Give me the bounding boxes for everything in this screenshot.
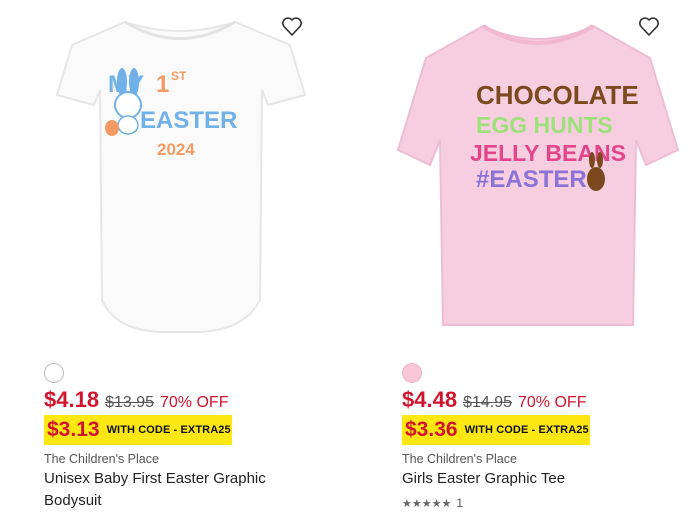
price-row: $4.48 $14.95 70% OFF (402, 387, 586, 413)
star-icon: ★ (421, 498, 432, 510)
star-icon: ★ (431, 498, 442, 510)
discount-label: 70% OFF (518, 394, 587, 411)
code-price: $3.13 (47, 418, 100, 441)
original-price: $13.95 (105, 394, 154, 411)
star-icon: ★ (402, 498, 412, 510)
code-text: WITH CODE - EXTRA25 (106, 424, 231, 436)
product-image-bodysuit[interactable]: MY 1 ST EASTER 2024 (30, 0, 330, 345)
promo-code-bar: $3.36 WITH CODE - EXTRA25 (402, 415, 590, 445)
graphic-line2: EGG HUNTS (476, 112, 613, 138)
product-card[interactable]: MY 1 ST EASTER 2024 $4.18 $13.95 70% OFF… (30, 0, 330, 510)
wishlist-button[interactable] (633, 10, 665, 42)
graphic-line1-sup: ST (171, 69, 187, 83)
promo-code-bar: $3.13 WITH CODE - EXTRA25 (44, 415, 232, 445)
star-icon: ★ (441, 498, 452, 510)
rating-stars: ★★★★★ (402, 494, 451, 512)
graphic-line1: MY (108, 71, 144, 98)
graphic-line2: EASTER (140, 107, 237, 134)
graphic-line4: #EASTER (476, 166, 587, 193)
graphic-line1: CHOCOLATE (476, 80, 639, 110)
heart-outline-icon (634, 11, 664, 41)
sale-price: $4.48 (402, 387, 458, 412)
product-title[interactable]: Girls Easter Graphic Tee (402, 468, 647, 490)
code-text: WITH CODE - EXTRA25 (464, 424, 589, 436)
original-price: $14.95 (463, 394, 512, 411)
color-swatch[interactable] (44, 363, 64, 383)
brand-name: The Children's Place (402, 452, 517, 466)
product-title[interactable]: Unisex Baby First Easter Graphic Bodysui… (44, 468, 289, 512)
rating[interactable]: ★★★★★ 1 (402, 494, 463, 512)
wishlist-button[interactable] (276, 10, 308, 42)
discount-label: 70% OFF (160, 394, 229, 411)
graphic-line1-number: 1 (156, 71, 169, 98)
graphic-line3: 2024 (157, 140, 195, 159)
chocolate-bunny-graphic (587, 167, 605, 191)
color-swatch[interactable] (402, 363, 422, 383)
sale-price: $4.18 (44, 387, 100, 412)
star-icon: ★ (411, 498, 422, 510)
brand-name: The Children's Place (44, 452, 159, 466)
heart-outline-icon (277, 11, 307, 41)
product-card[interactable]: CHOCOLATE EGG HUNTS JELLY BEANS #EASTER … (388, 0, 688, 510)
product-image-tee[interactable]: CHOCOLATE EGG HUNTS JELLY BEANS #EASTER (388, 0, 688, 345)
rating-count: 1 (456, 496, 464, 510)
price-row: $4.18 $13.95 70% OFF (44, 387, 228, 413)
code-price: $3.36 (405, 418, 458, 441)
